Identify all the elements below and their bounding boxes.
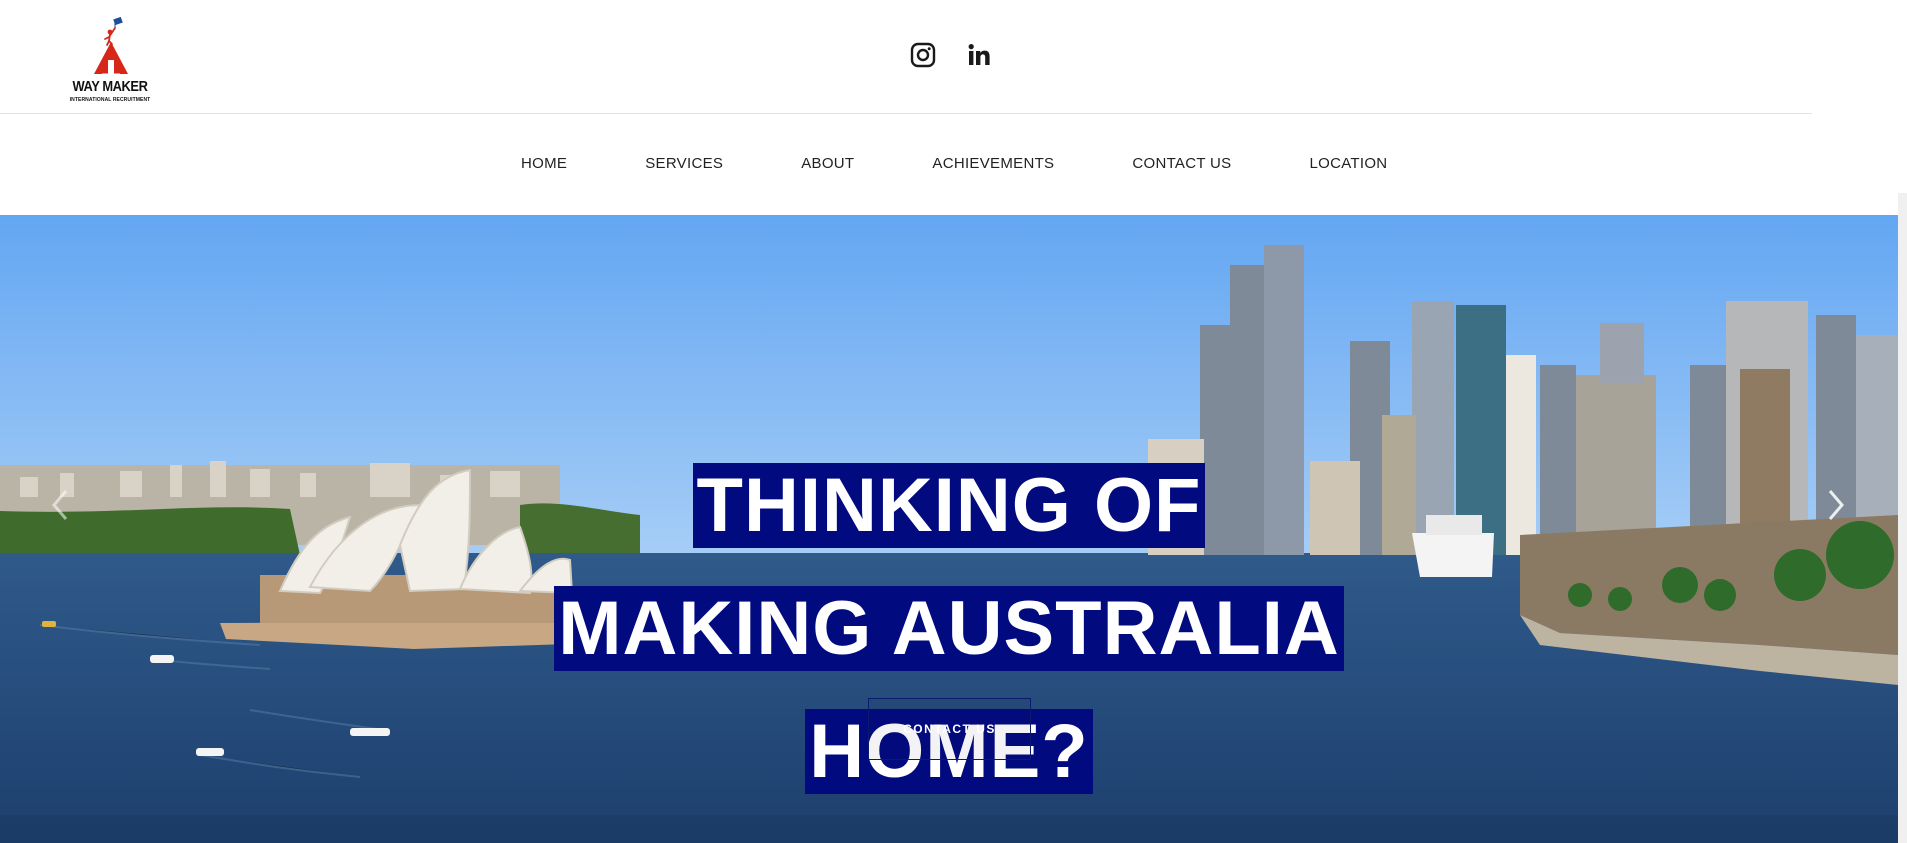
nav-item-contact-us[interactable]: CONTACT US — [1132, 155, 1231, 172]
instagram-icon[interactable] — [910, 42, 936, 68]
top-bar: WAY MAKER INTERNATIONAL RECRUITMENT — [0, 0, 1812, 114]
logo-title: WAY MAKER — [72, 78, 148, 95]
logo-mark-icon — [94, 16, 128, 75]
linkedin-icon[interactable] — [966, 42, 992, 68]
main-navigation: HOME SERVICES ABOUT ACHIEVEMENTS CONTACT… — [0, 115, 1907, 215]
nav-item-home[interactable]: HOME — [521, 155, 567, 172]
hero-slider: THINKING OF MAKING AUSTRALIA HOME? CONTA… — [0, 215, 1898, 843]
nav-item-achievements[interactable]: ACHIEVEMENTS — [932, 155, 1054, 172]
nav-item-location[interactable]: LOCATION — [1309, 155, 1387, 172]
social-links — [910, 42, 992, 68]
nav-item-about[interactable]: ABOUT — [801, 155, 854, 172]
hero-headline-wrapper: THINKING OF MAKING AUSTRALIA HOME? — [0, 455, 1898, 824]
logo-subtitle: INTERNATIONAL RECRUITMENT — [69, 97, 151, 103]
page-scrollbar[interactable] — [1898, 193, 1907, 843]
nav-item-services[interactable]: SERVICES — [645, 155, 723, 172]
site-logo[interactable]: WAY MAKER INTERNATIONAL RECRUITMENT — [62, 12, 158, 108]
contact-us-button[interactable]: CONTACT US — [868, 698, 1031, 760]
